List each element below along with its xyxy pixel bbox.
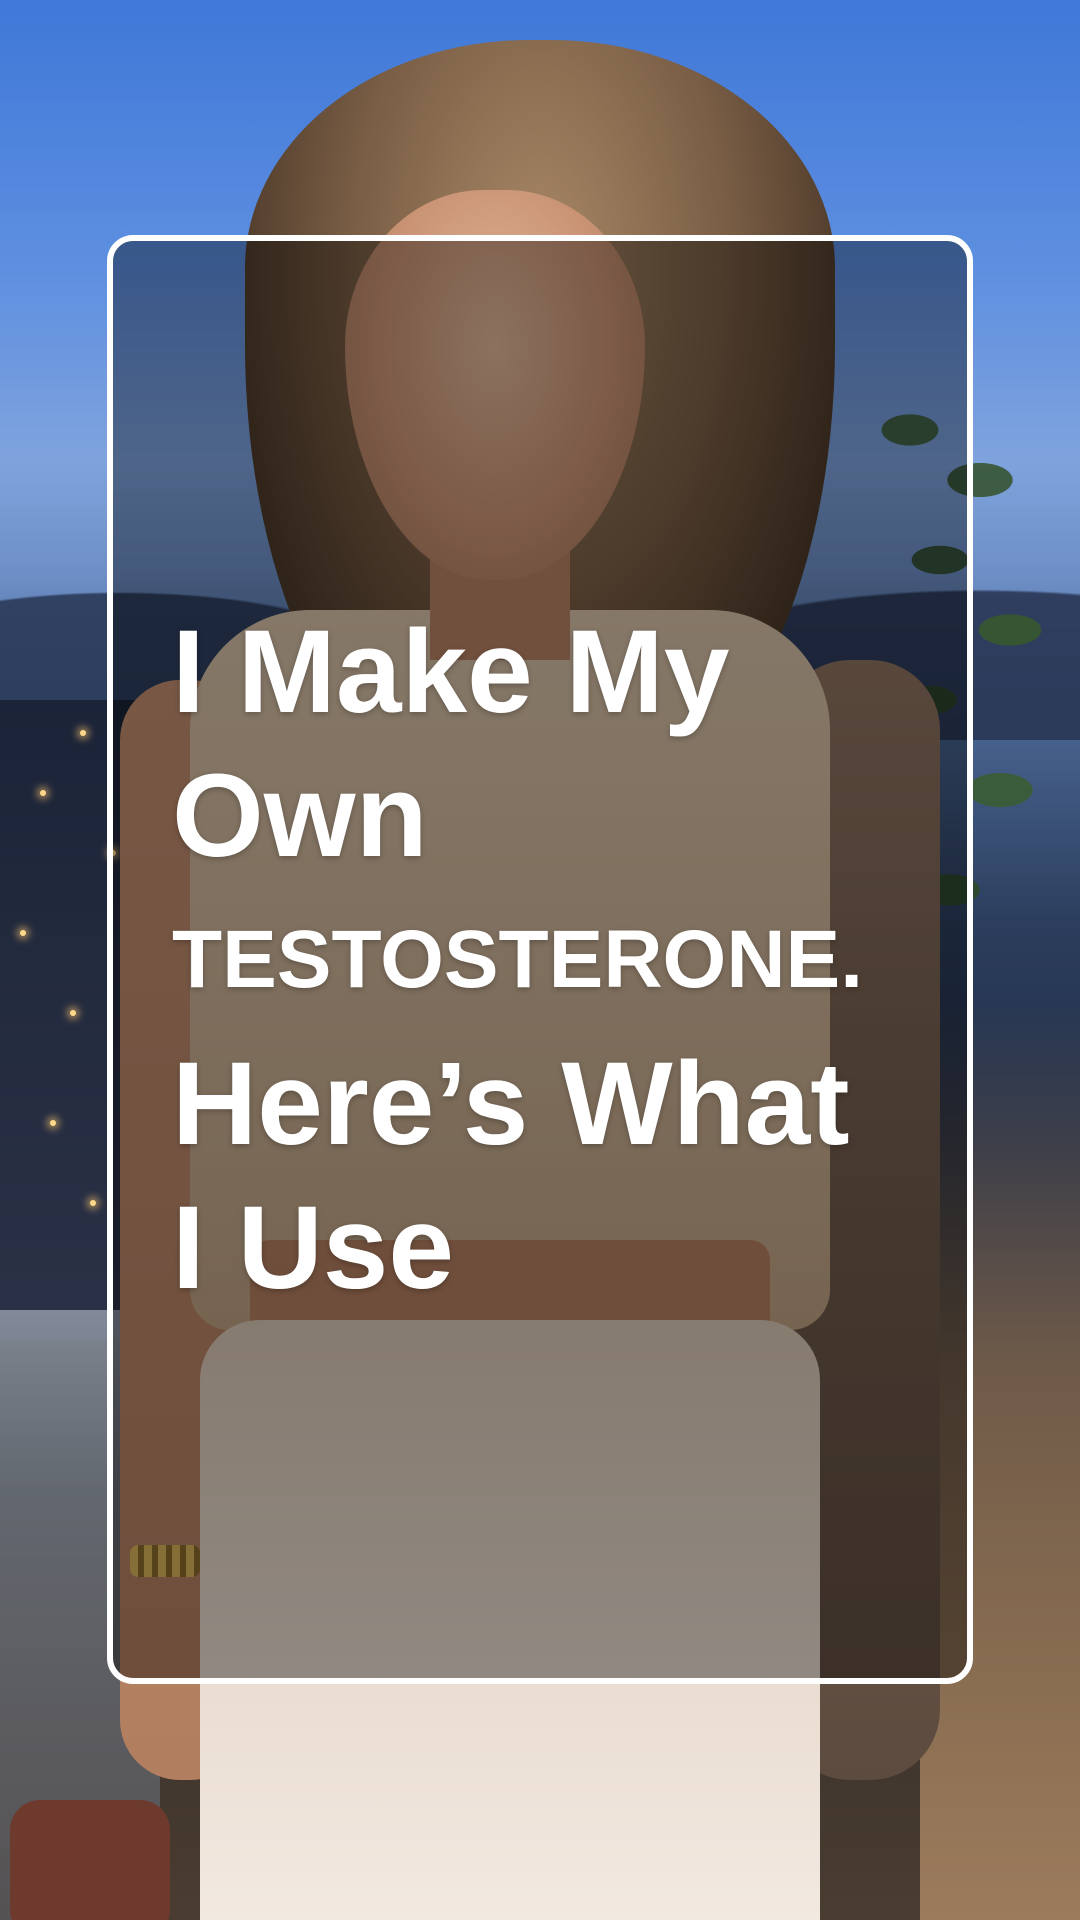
headline-line-4: Here’s What: [172, 1038, 850, 1170]
headline-line-5: I Use: [172, 1182, 455, 1314]
headline-line-2: Own: [172, 750, 428, 882]
headline-line-3: TESTOSTERONE.: [172, 914, 864, 1005]
city-light: [70, 1010, 76, 1016]
city-light: [20, 930, 26, 936]
city-light: [90, 1200, 96, 1206]
city-light: [40, 790, 46, 796]
city-light: [50, 1120, 56, 1126]
city-light: [80, 730, 86, 736]
clutch-bag: [10, 1800, 170, 1920]
story-screen: I Make My Own TESTOSTERONE. Here’s What …: [0, 0, 1080, 1920]
headline: I Make My Own TESTOSTERONE. Here’s What …: [172, 600, 952, 1320]
headline-line-1: I Make My: [172, 606, 730, 738]
